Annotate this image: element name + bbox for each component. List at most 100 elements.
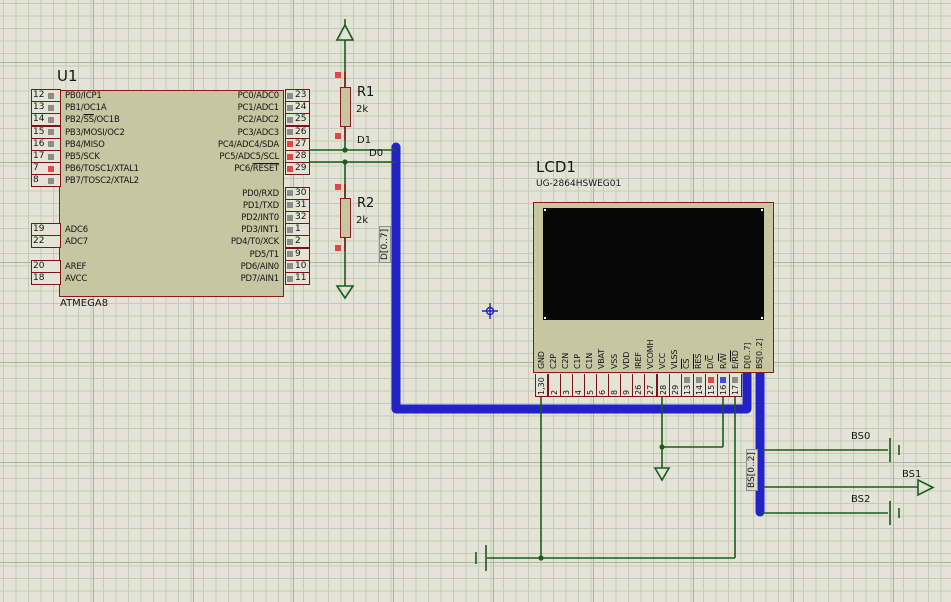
net-label-d-bus[interactable]: D[0..7] [379,225,391,263]
pin-state-square [48,141,54,148]
u1-ref[interactable]: U1 [57,67,78,85]
pin-number-cell[interactable]: 27 [285,137,310,151]
pin-number: 24 [295,102,307,113]
pin-state-square [287,129,293,136]
pin-label: PC6/RESET [234,164,279,175]
pin-number-cell[interactable]: 30 [285,186,310,200]
pin-number-cell[interactable]: 24 [285,101,310,115]
pin-state-square [335,245,341,251]
pin-label: PD3/INT1 [241,225,279,236]
pin-number-cell[interactable]: 25 [285,113,310,127]
pin-state-square [720,377,727,383]
pin-number-cell[interactable]: 32 [285,211,310,224]
pin-state-square [287,251,293,258]
pin-label: D/C [706,355,716,369]
net-label-bs1[interactable]: BS1 [902,469,921,480]
pin-number-cell[interactable]: 16 [31,137,61,151]
pin-number-cell[interactable]: 2 [285,235,310,249]
pin-state-square [287,190,293,197]
pin-number: 26 [295,126,307,137]
pin-label: PD7/AIN1 [240,274,280,284]
pin-number: 27 [646,384,656,395]
pin-number-cell[interactable]: 13 [31,101,61,115]
power-terminal-icon[interactable] [335,19,355,41]
net-label-d1[interactable]: D1 [357,135,371,146]
pin-state-square [287,116,293,123]
pin-number-cell[interactable]: 31 [285,198,310,212]
pin-label: PC5/ADC5/SCL [219,152,279,162]
pin-number-cell[interactable]: 26 [285,125,310,139]
pin-number-cell[interactable]: 17 [31,150,61,163]
pin-state-square [707,377,714,383]
pin-number: 2 [549,389,559,395]
pin-number-cell[interactable]: 8 [31,174,61,188]
pin-label: PB1/OC1A [65,103,107,114]
pin-number-cell[interactable]: 23 [285,89,310,102]
pin-state-square [335,72,341,78]
pin-state-square [683,377,690,383]
u1-value[interactable]: ATMEGA8 [60,298,108,309]
pin-label: PD6/AIN0 [240,261,280,272]
pin-number-cell[interactable]: 22 [31,235,61,249]
pin-number: 29 [670,384,680,395]
pin-number: 13 [33,102,45,113]
pin-number-cell[interactable]: 10 [285,259,310,273]
pin-number: 26 [634,384,644,395]
pin-number-cell[interactable]: 29 [285,162,310,176]
pin-label: C1P [573,354,583,369]
r2-body[interactable] [340,198,351,238]
pin-number-cell[interactable]: 11 [285,272,310,285]
pin-number-cell[interactable]: 1 [285,223,310,237]
ground-rail-icon[interactable] [475,438,900,571]
pin-number: 6 [597,389,607,395]
pin-number-cell[interactable]: 20 [31,259,61,273]
pin-state-square [48,116,54,123]
pin-label: PD2/INT0 [241,213,279,223]
pin-number: 5 [585,389,595,395]
pin-label: PB2/SS/OC1B [65,115,120,126]
r2-ref[interactable]: R2 [357,196,374,211]
lcd1-screen [543,208,764,320]
lcd1-part-number[interactable]: UG-2864HSWEG01 [536,179,621,189]
pin-number-cell[interactable]: 18 [31,272,61,285]
pin-number: 15 [33,126,45,137]
pin-label: GND [536,351,546,369]
pin-number: 20 [33,260,45,271]
pin-number-cell[interactable]: 12 [31,89,61,102]
r1-body[interactable] [340,87,351,127]
screen-corner-dot [761,317,763,319]
pin-label: AVCC [65,274,88,284]
pin-label: PB7/TOSC2/XTAL2 [65,176,139,187]
pin-label: PC2/ADC2 [237,115,280,126]
pin-number-cell[interactable]: 19 [31,223,61,237]
pin-state-square [48,129,54,136]
pin-label: PB3/MOSI/OC2 [65,127,125,138]
pin-number-cell[interactable]: 15 [31,125,61,139]
net-label-bs0[interactable]: BS0 [851,431,870,442]
r1-value[interactable]: 2k [356,104,368,115]
pin-number: 14 [694,384,704,395]
pin-label: AREF [65,261,87,272]
net-label-bs2[interactable]: BS2 [851,494,870,505]
schematic-canvas[interactable]: U1 ATMEGA8 12 13 14 15 16 17 7 8 19 22 2… [0,0,951,602]
pin-number: 28 [658,384,668,395]
pin-number-cell[interactable]: 7 [31,162,61,176]
pin-number-cell[interactable]: 28 [285,150,310,163]
r1-ref[interactable]: R1 [357,85,374,100]
pin-label: E/RD [730,350,740,369]
pin-number: 29 [295,163,307,174]
pin-number-cell[interactable]: 9 [285,247,310,261]
pin-label: VDD [621,351,631,369]
net-label-bs-bus[interactable]: BS[0..2] [746,449,758,491]
power-arrow-icon[interactable] [917,478,935,497]
pin-number-cell[interactable]: 14 [31,113,61,127]
pin-state-square [335,184,341,190]
r2-value[interactable]: 2k [356,215,368,226]
pin-state-square [48,177,54,184]
lcd1-ref[interactable]: LCD1 [536,158,576,176]
pin-number: 4 [573,389,583,395]
pin-state-square [287,104,293,111]
net-label-d0[interactable]: D0 [369,148,383,159]
pin-state-square [287,226,293,233]
pin-state-square [48,165,54,172]
